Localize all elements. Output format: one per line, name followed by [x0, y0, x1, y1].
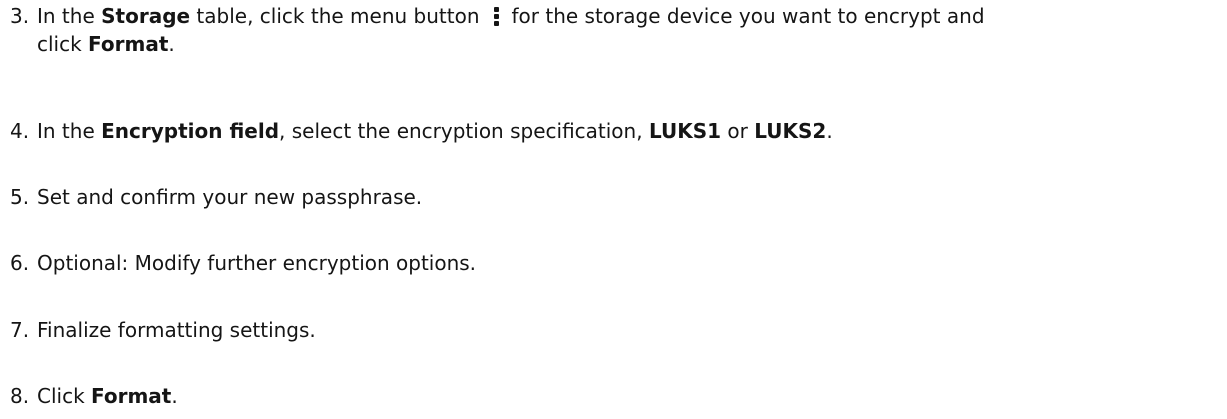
step-number: 8. [10, 384, 30, 408]
step-text: Set and confirm your new passphrase. [37, 185, 423, 209]
step-number: 3. [10, 4, 30, 28]
text-run: . [168, 32, 175, 56]
text-run: In the [37, 119, 102, 143]
step-text: In the Storage table, click the menu but… [37, 2, 1220, 58]
step-number: 4. [10, 119, 30, 143]
kebab-icon [493, 7, 500, 26]
text-run: Click [37, 384, 92, 408]
step-text: Click Format. [37, 382, 1220, 410]
text-run: table, click the menu button [190, 4, 480, 28]
ui-term-format: Format [88, 32, 169, 56]
step-number: 5. [10, 185, 30, 209]
step-number: 6. [10, 251, 30, 275]
procedure-steps: 3. In the Storage table, click the menu … [0, 0, 1227, 419]
step-7: 7. Finalize formatting settings. [0, 316, 1220, 344]
text-run: for the storage device you want to encry… [511, 4, 985, 28]
ui-term-storage: Storage [101, 4, 191, 28]
text-run: or [721, 119, 755, 143]
step-4: 4. In the Encryption field, select the e… [0, 117, 1220, 145]
step-text: Optional: Modify further encryption opti… [37, 251, 477, 275]
text-run: . [826, 119, 833, 143]
step-8: 8. Click Format. [0, 382, 1220, 410]
ui-term-format: Format [91, 384, 172, 408]
step-3: 3. In the Storage table, click the menu … [0, 2, 1220, 58]
ui-term-luks2: LUKS2 [754, 119, 827, 143]
ui-term-encryption-field: Encryption field [101, 119, 280, 143]
step-number: 7. [10, 318, 30, 342]
step-text: In the Encryption field, select the encr… [37, 117, 1220, 145]
step-5: 5. Set and confirm your new passphrase. [0, 183, 1220, 211]
text-run: In the [37, 4, 102, 28]
text-run: click [37, 32, 89, 56]
step-6: 6. Optional: Modify further encryption o… [0, 249, 1220, 277]
step-text: Finalize formatting settings. [37, 318, 316, 342]
text-run: . [171, 384, 178, 408]
text-run: , select the encryption specification, [279, 119, 649, 143]
ui-term-luks1: LUKS1 [648, 119, 722, 143]
